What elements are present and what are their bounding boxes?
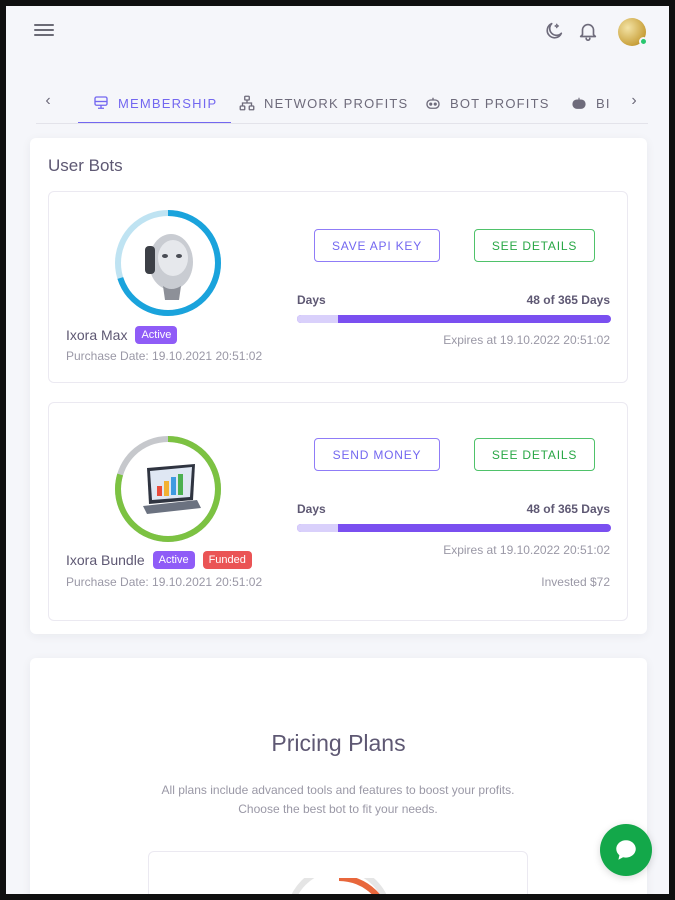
days-progress-fill bbox=[297, 524, 339, 532]
expiry-date: Expires at 19.10.2022 20:51:02 bbox=[443, 333, 610, 347]
tab-label: BI bbox=[596, 95, 611, 111]
days-label: Days bbox=[297, 293, 326, 307]
status-badge-active: Active bbox=[135, 326, 178, 344]
tab-label: MEMBERSHIP bbox=[118, 95, 218, 111]
app-screen: ‹ MEMBERSHIP NETWORK PROFITS BOT PROFITS bbox=[6, 6, 669, 894]
send-money-button[interactable]: SEND MONEY bbox=[314, 438, 440, 471]
bot-card-ixora-max: Ixora Max Active Purchase Date: 19.10.20… bbox=[48, 191, 628, 383]
tab-membership[interactable]: MEMBERSHIP bbox=[78, 82, 232, 124]
status-badge-funded: Funded bbox=[202, 551, 252, 569]
purchase-date: Purchase Date: 19.10.2021 20:51:02 bbox=[66, 575, 263, 589]
tab-label: NETWORK PROFITS bbox=[264, 95, 409, 111]
days-progress-bar bbox=[297, 524, 611, 532]
tab-label: BOT PROFITS bbox=[450, 95, 550, 111]
days-value: 48 of 365 Days bbox=[526, 293, 610, 307]
days-value: 48 of 365 Days bbox=[526, 502, 610, 516]
chat-icon bbox=[616, 840, 636, 860]
bot-icon bbox=[426, 97, 440, 109]
chat-button[interactable] bbox=[600, 824, 652, 876]
top-bar bbox=[6, 6, 669, 62]
invested-amount: Invested $72 bbox=[541, 575, 610, 589]
online-status-dot bbox=[639, 37, 648, 46]
moon-icon[interactable] bbox=[543, 20, 565, 42]
network-icon bbox=[239, 95, 255, 111]
see-details-button[interactable]: SEE DETAILS bbox=[474, 438, 595, 471]
bot-name-row: Ixora Max Active bbox=[66, 326, 178, 344]
bot-avatar-robot bbox=[113, 208, 223, 318]
tab-divider bbox=[36, 123, 648, 124]
status-badge-active: Active bbox=[152, 551, 195, 569]
purchase-date: Purchase Date: 19.10.2021 20:51:02 bbox=[66, 349, 263, 363]
menu-icon[interactable] bbox=[34, 21, 54, 41]
bot-name: Ixora Bundle bbox=[66, 552, 145, 568]
bot-name-row: Ixora Bundle Active Funded bbox=[66, 551, 252, 569]
tab-bar: ‹ MEMBERSHIP NETWORK PROFITS BOT PROFITS bbox=[36, 82, 648, 124]
plan-ring-graphic bbox=[291, 878, 387, 894]
tab-bi[interactable]: BI bbox=[570, 82, 611, 124]
tab-network-profits[interactable]: NETWORK PROFITS bbox=[238, 82, 408, 124]
see-details-button[interactable]: SEE DETAILS bbox=[474, 229, 595, 262]
membership-icon bbox=[94, 96, 108, 109]
user-bots-title: User Bots bbox=[48, 156, 123, 175]
expiry-date: Expires at 19.10.2022 20:51:02 bbox=[443, 543, 610, 557]
days-progress-bar bbox=[297, 315, 611, 323]
bot-card-ixora-bundle: Ixora Bundle Active Funded Purchase Date… bbox=[48, 402, 628, 621]
days-progress-fill bbox=[297, 315, 339, 323]
pricing-subtitle: All plans include advanced tools and fea… bbox=[161, 783, 515, 816]
tab-bot-profits[interactable]: BOT PROFITS bbox=[424, 82, 550, 124]
bot-name: Ixora Max bbox=[66, 327, 128, 343]
plan-card bbox=[148, 851, 528, 894]
tab-overflow: BI bbox=[566, 82, 626, 124]
user-bots-card: User Bots Ixora Max Active Purchase Date… bbox=[30, 138, 647, 634]
bell-icon[interactable] bbox=[577, 20, 599, 42]
pricing-card: Pricing Plans All plans include advanced… bbox=[30, 658, 647, 894]
user-avatar[interactable] bbox=[618, 18, 648, 46]
chevron-right-icon[interactable]: › bbox=[626, 92, 642, 110]
bot-icon bbox=[572, 97, 586, 109]
bot-avatar-laptop bbox=[113, 434, 223, 544]
chevron-left-icon[interactable]: ‹ bbox=[40, 92, 56, 110]
save-api-key-button[interactable]: SAVE API KEY bbox=[314, 229, 440, 262]
days-label: Days bbox=[297, 502, 326, 516]
pricing-title: Pricing Plans bbox=[271, 730, 406, 756]
